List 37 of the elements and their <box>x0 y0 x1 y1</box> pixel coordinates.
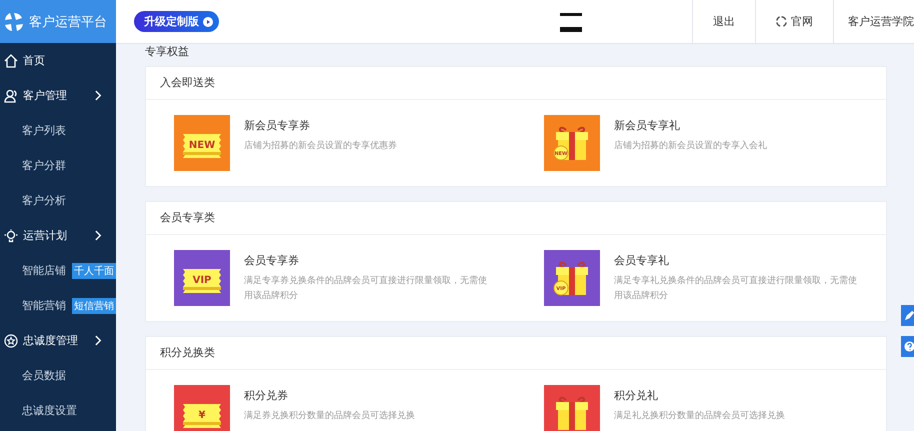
header-link[interactable]: 官网 <box>755 0 833 43</box>
coupon-icon[interactable]: NEW <box>174 115 230 171</box>
section-title: 入会即送类 <box>146 67 886 100</box>
sidebar-item[interactable]: 智能营销 短信营销 <box>0 288 116 323</box>
benefit-description: 满足礼兑换积分数量的品牌会员可选择兑换 <box>614 410 786 423</box>
benefit-description: 满足专享礼兑换条件的品牌会员可直接进行限量领取，无需使用该品牌积分 <box>614 274 858 303</box>
benefit-description: 满足专享券兑换条件的品牌会员可直接进行限量领取，无需使用该品牌积分 <box>244 274 488 303</box>
sidebar-item[interactable]: 首页 <box>0 43 116 78</box>
section-title: 会员专享类 <box>146 202 886 235</box>
coupon-icon[interactable]: VIP <box>174 250 230 306</box>
benefit-description: 店铺为招募的新会员设置的专享入会礼 <box>614 140 768 153</box>
header-link[interactable]: 退出 <box>692 0 755 43</box>
benefit-title: 新会员专享礼 <box>614 118 681 133</box>
sidebar-item[interactable]: 客户管理 <box>0 78 116 113</box>
benefit-title: 会员专享礼 <box>614 253 670 268</box>
benefit-title: 积分兑券 <box>244 388 289 403</box>
sidebar-item[interactable]: 客户列表 <box>0 113 116 148</box>
tag-badge: 短信营销 <box>72 298 116 314</box>
sidebar-item[interactable]: 客户分析 <box>0 183 116 218</box>
benefit-description: 店铺为招募的新会员设置的专享优惠券 <box>244 140 398 153</box>
sidebar-item[interactable]: 运营计划 <box>0 218 116 253</box>
section-title: 积分兑换类 <box>146 337 886 370</box>
sidebar-item[interactable]: 客户分群 <box>0 148 116 183</box>
benefit-title: 新会员专享券 <box>244 118 311 133</box>
page-title: 专享权益 <box>145 44 190 60</box>
benefit-description: 满足券兑换积分数量的品牌会员可选择兑换 <box>244 410 416 423</box>
header-link[interactable]: 客户运营学院 <box>833 0 914 43</box>
app-title: 客户运营平台 <box>29 14 107 30</box>
sidebar-item[interactable]: 忠诚度设置 <box>0 393 116 428</box>
benefit-title: 积分兑礼 <box>614 388 659 403</box>
sidebar-item[interactable]: 忠诚度管理 <box>0 323 116 358</box>
sidebar-item[interactable]: 会员数据 <box>0 358 116 393</box>
benefit-title: 会员专享券 <box>244 253 300 268</box>
upgrade-button[interactable]: 升级定制版 <box>134 11 219 32</box>
sidebar-item[interactable]: 智能店铺 千人千面 <box>0 253 116 288</box>
coupon-icon[interactable]: ¥ <box>174 385 230 431</box>
tag-badge: 千人千面 <box>72 262 116 278</box>
